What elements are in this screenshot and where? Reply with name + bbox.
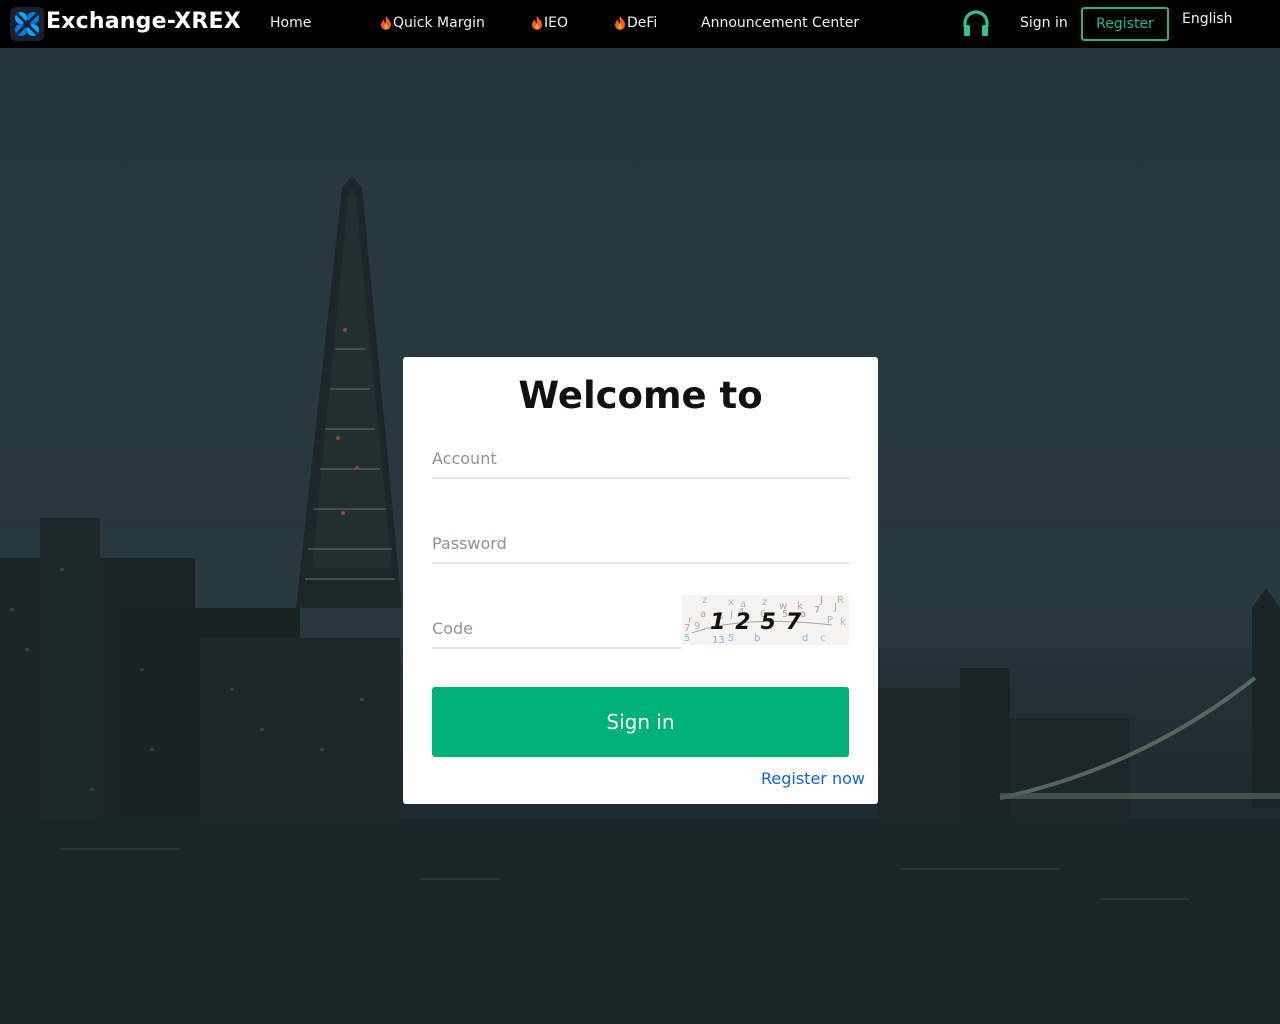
headset-support-icon[interactable] [962,10,990,38]
nav-home[interactable]: Home [270,15,311,31]
nav-defi-label: DeFi [627,15,658,31]
svg-text:c: c [820,633,826,644]
brand-name[interactable]: Exchange-XREX [46,9,241,34]
signin-button[interactable]: Sign in [432,687,849,757]
svg-text:5: 5 [684,633,690,644]
password-input[interactable] [432,524,850,564]
code-input[interactable] [432,609,682,649]
top-navbar: Exchange-XREX Home Quick Margin IEO DeFi… [0,0,1280,48]
login-title: Welcome to [518,374,763,417]
nav-signin-link[interactable]: Sign in [1020,15,1068,31]
nav-announcement-center[interactable]: Announcement Center [701,15,859,31]
fire-icon [532,16,542,30]
nav-ieo[interactable]: IEO [532,15,568,31]
fire-icon [381,16,391,30]
svg-text:13: 13 [712,635,725,645]
svg-text:R: R [837,595,844,606]
register-now-link[interactable]: Register now [761,769,865,788]
fire-icon [615,16,625,30]
logo-icon [15,12,39,36]
captcha-graphic: zx az kJ Ra 8j 46 w5 a7 J7 r9 Pk 5 13 5b … [684,595,846,645]
svg-text:z: z [702,595,707,606]
svg-text:a: a [700,609,706,620]
nav-quick-margin[interactable]: Quick Margin [381,15,485,31]
nav-announcement-center-label: Announcement Center [701,15,860,31]
svg-text:r: r [688,615,693,626]
svg-text:k: k [840,617,846,628]
nav-ieo-label: IEO [544,15,568,31]
nav-home-label: Home [270,15,312,31]
account-input[interactable] [432,439,850,479]
svg-text:J: J [833,602,837,613]
nav-quick-margin-label: Quick Margin [393,15,485,31]
nav-defi[interactable]: DeFi [615,15,657,31]
svg-text:z: z [762,597,767,608]
language-selector[interactable]: English [1182,11,1233,27]
svg-text:x: x [728,597,734,608]
svg-text:7: 7 [814,605,820,616]
captcha-image[interactable]: zx az kJ Ra 8j 46 w5 a7 J7 r9 Pk 5 13 5b … [682,595,849,645]
brand-logo[interactable] [10,7,44,41]
nav-register-button[interactable]: Register [1081,7,1169,41]
login-card: Welcome to zx az kJ Ra 8j 46 w5 a7 J7 r9… [403,357,878,804]
